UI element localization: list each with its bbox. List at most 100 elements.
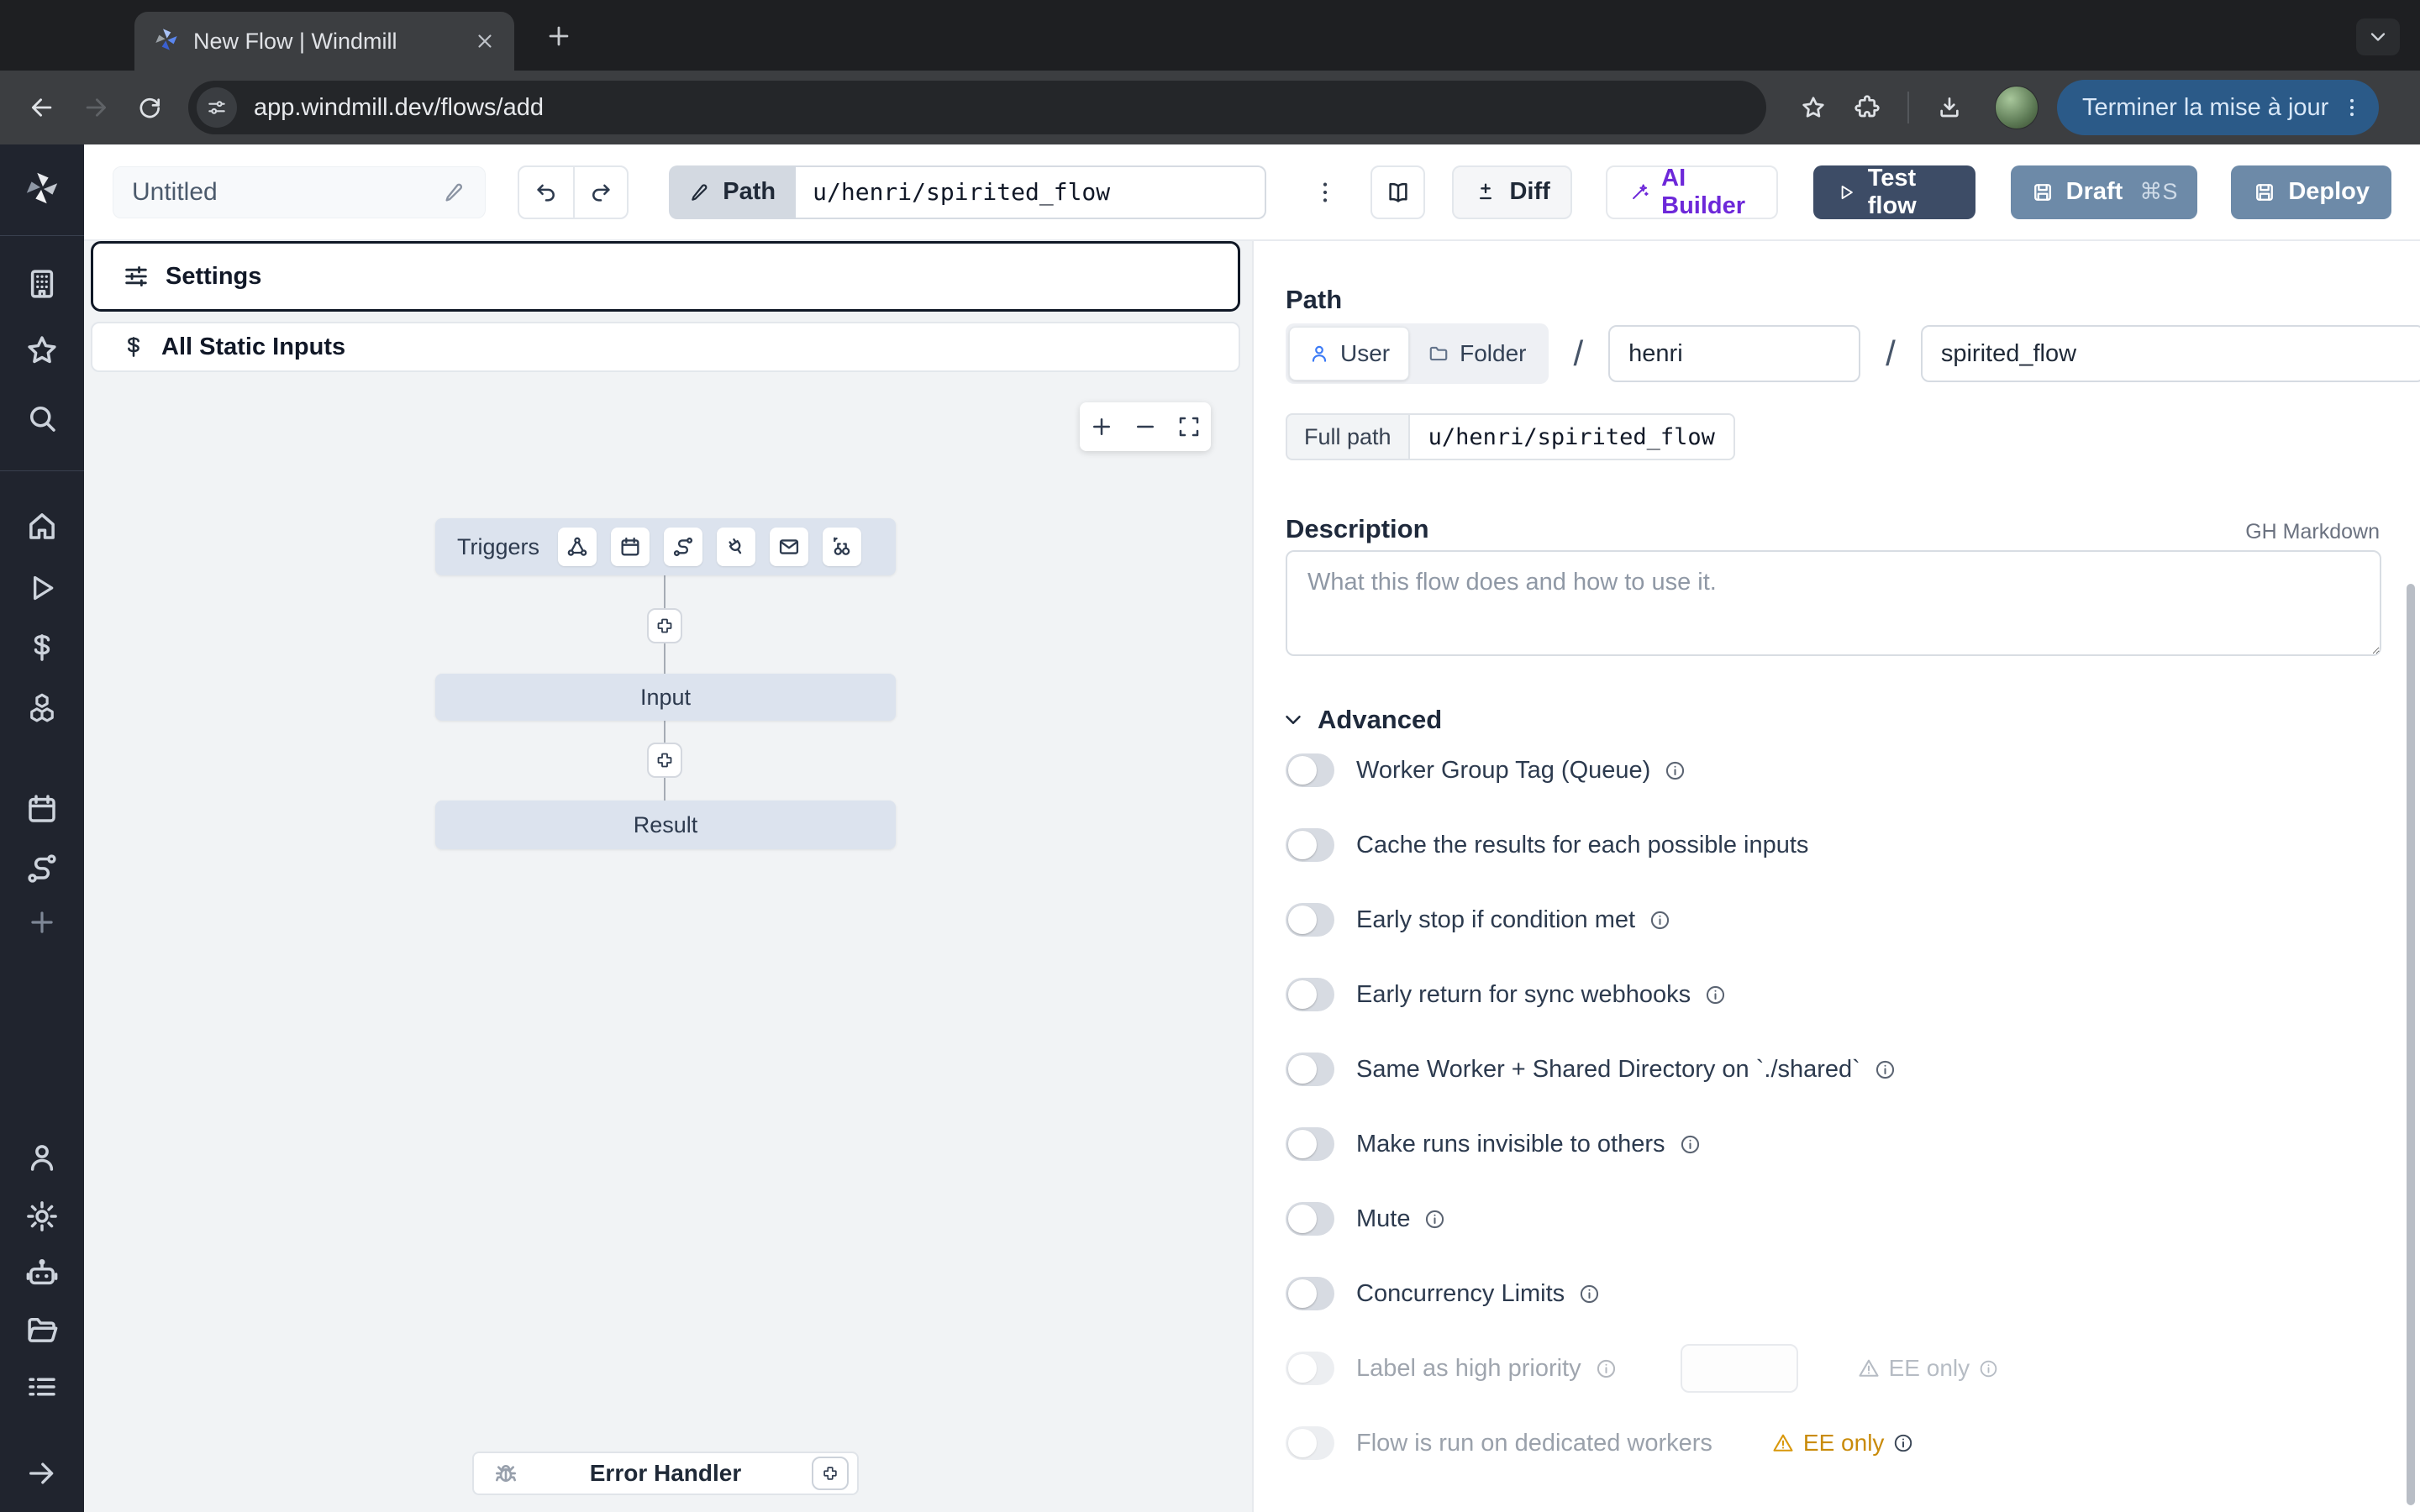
schedule-trigger-calendar-icon[interactable] — [611, 528, 650, 566]
early-return-toggle[interactable] — [1286, 978, 1334, 1011]
sidebar-item-logs-list-icon[interactable] — [18, 1363, 66, 1410]
flow-editor-header: Untitled Path Di — [84, 144, 2420, 241]
path-slash: / — [1886, 333, 1896, 374]
path-name-input[interactable] — [1921, 325, 2420, 382]
zoom-in-icon[interactable] — [1089, 414, 1114, 439]
new-tab-button[interactable] — [544, 22, 573, 50]
docs-book-button[interactable] — [1370, 165, 1425, 219]
add-error-handler-button[interactable] — [812, 1457, 849, 1490]
sidebar-item-workers-robot-icon[interactable] — [18, 1250, 66, 1297]
info-icon[interactable] — [1664, 759, 1686, 782]
draft-shortcut: ⌘S — [2139, 179, 2177, 205]
tab-close-icon[interactable] — [474, 30, 496, 52]
dedicated-workers-toggle[interactable] — [1286, 1426, 1334, 1460]
mute-toggle[interactable] — [1286, 1202, 1334, 1236]
insert-step-button[interactable] — [647, 743, 682, 778]
cache-results-toggle[interactable] — [1286, 828, 1334, 862]
invisible-runs-toggle[interactable] — [1286, 1127, 1334, 1161]
test-flow-button[interactable]: Test flow — [1813, 165, 1975, 219]
panel-scrollbar[interactable] — [2407, 584, 2415, 1505]
sidebar-item-folders-icon[interactable] — [18, 1306, 66, 1353]
url-bar[interactable]: app.windmill.dev/flows/add — [188, 81, 1766, 134]
ai-builder-button[interactable]: AI Builder — [1606, 165, 1778, 219]
zoom-out-icon[interactable] — [1133, 414, 1158, 439]
reload-button[interactable] — [123, 81, 176, 134]
site-settings-icon[interactable] — [197, 87, 237, 128]
deploy-button[interactable]: Deploy — [2231, 165, 2391, 219]
diff-button[interactable]: Diff — [1452, 165, 1571, 219]
draft-label: Draft — [2066, 178, 2123, 206]
profile-avatar[interactable] — [1995, 86, 2039, 129]
settings-panel-button[interactable]: Settings — [91, 241, 1240, 312]
download-icon[interactable] — [1923, 81, 1976, 134]
sidebar-item-user-icon[interactable] — [18, 1134, 66, 1181]
error-handler-node[interactable]: Error Handler — [472, 1452, 859, 1495]
chrome-update-label: Terminer la mise à jour — [2082, 94, 2328, 122]
folder-tab[interactable]: Folder — [1409, 327, 1544, 381]
info-icon[interactable] — [1679, 1133, 1702, 1156]
websocket-plug-trigger-icon[interactable] — [717, 528, 755, 566]
sidebar-item-schedules-calendar-icon[interactable] — [18, 785, 66, 832]
high-priority-toggle[interactable] — [1286, 1352, 1334, 1385]
early-stop-toggle[interactable] — [1286, 903, 1334, 937]
info-icon[interactable] — [1649, 909, 1671, 932]
priority-value-input[interactable] — [1681, 1344, 1798, 1393]
tab-search-chevron-icon[interactable] — [2356, 18, 2400, 55]
same-worker-toggle[interactable] — [1286, 1053, 1334, 1086]
back-button[interactable] — [15, 81, 69, 134]
description-textarea[interactable] — [1286, 550, 2381, 656]
advanced-section-toggle[interactable]: Advanced — [1281, 705, 1442, 735]
sidebar-item-search-icon[interactable] — [18, 395, 66, 442]
draft-button[interactable]: Draft ⌘S — [2011, 165, 2198, 219]
http-route-trigger-icon[interactable] — [664, 528, 702, 566]
sidebar-item-favorites-star-icon[interactable] — [18, 327, 66, 374]
sidebar-item-home-icon[interactable] — [18, 502, 66, 549]
warning-triangle-icon — [1857, 1357, 1881, 1380]
extensions-puzzle-icon[interactable] — [1840, 81, 1894, 134]
poll-binoculars-trigger-icon[interactable] — [823, 528, 861, 566]
sidebar-item-workspace[interactable] — [18, 260, 66, 307]
info-icon[interactable] — [1704, 984, 1727, 1006]
flow-name-field[interactable]: Untitled — [113, 166, 486, 218]
chrome-menu-kebab-icon[interactable] — [2340, 96, 2364, 119]
webhook-trigger-icon[interactable] — [558, 528, 597, 566]
input-node[interactable]: Input — [435, 674, 896, 721]
path-owner-input[interactable] — [1608, 325, 1860, 382]
bookmark-star-icon[interactable] — [1786, 81, 1840, 134]
sidebar-item-variables-dollar-icon[interactable] — [18, 624, 66, 671]
insert-step-button[interactable] — [647, 608, 682, 643]
fit-view-icon[interactable] — [1176, 414, 1202, 439]
triggers-node[interactable]: Triggers — [435, 518, 896, 575]
redo-button[interactable] — [573, 167, 628, 218]
undo-button[interactable] — [519, 167, 573, 218]
concurrency-limits-toggle[interactable] — [1286, 1277, 1334, 1310]
path-input[interactable] — [796, 165, 1266, 219]
chrome-update-button[interactable]: Terminer la mise à jour — [2057, 80, 2379, 135]
email-trigger-icon[interactable] — [770, 528, 808, 566]
info-icon[interactable] — [1423, 1208, 1446, 1231]
all-static-inputs-button[interactable]: All Static Inputs — [91, 322, 1240, 372]
windmill-logo-icon[interactable] — [18, 165, 66, 212]
path-button[interactable]: Path — [669, 165, 796, 219]
canvas-zoom-controls — [1080, 402, 1211, 451]
toggle-label: Early stop if condition met — [1356, 906, 1635, 934]
sidebar-item-add-plus-icon[interactable] — [18, 899, 66, 946]
result-node[interactable]: Result — [435, 801, 896, 849]
worker-group-tag-toggle[interactable] — [1286, 753, 1334, 787]
forward-button[interactable] — [69, 81, 123, 134]
path-slash: / — [1574, 333, 1584, 374]
browser-tab[interactable]: New Flow | Windmill — [134, 12, 514, 71]
info-icon[interactable] — [1874, 1058, 1897, 1081]
sidebar-item-routes-icon[interactable] — [18, 845, 66, 892]
sidebar-collapse-arrow-icon[interactable] — [18, 1450, 66, 1497]
toggle-row-early-stop: Early stop if condition met — [1286, 901, 1999, 938]
sidebar-item-settings-gear-icon[interactable] — [18, 1193, 66, 1240]
sidebar-item-runs-play-icon[interactable] — [18, 564, 66, 612]
edit-pencil-icon[interactable] — [443, 181, 466, 204]
sidebar-item-resources-cubes-icon[interactable] — [18, 685, 66, 732]
info-icon[interactable] — [1595, 1357, 1618, 1380]
user-tab[interactable]: User — [1289, 327, 1409, 381]
sidebar-divider — [0, 470, 84, 471]
more-options-kebab-icon[interactable] — [1310, 179, 1340, 206]
info-icon[interactable] — [1578, 1283, 1601, 1305]
